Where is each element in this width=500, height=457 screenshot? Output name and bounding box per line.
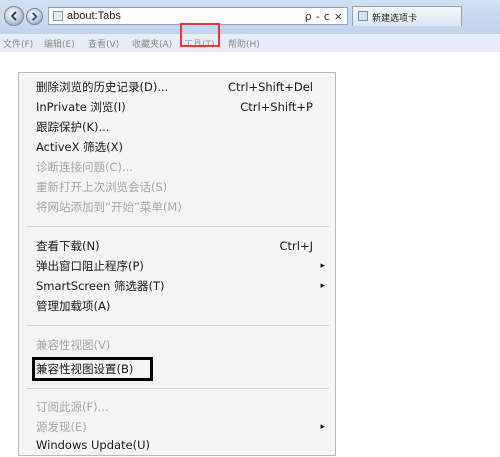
forward-arrow-icon bbox=[32, 12, 38, 21]
menu-item-view-downloads[interactable]: 查看下载(N) Ctrl+J bbox=[19, 236, 335, 256]
menu-bar: 文件(F) 编辑(E) 查看(V) 收藏夹(A) 工具(T) 帮助(H) bbox=[0, 33, 500, 52]
menubar-favorites[interactable]: 收藏夹(A) bbox=[132, 37, 172, 50]
menu-separator bbox=[27, 325, 329, 326]
menu-item-shortcut: Ctrl+J bbox=[279, 239, 314, 253]
menu-item-delete-history[interactable]: 删除浏览的历史记录(D)... Ctrl+Shift+Del bbox=[19, 77, 335, 97]
menubar-edit[interactable]: 编辑(E) bbox=[44, 37, 75, 50]
menu-item-label: SmartScreen 筛选器(T) bbox=[36, 279, 165, 293]
tab-new[interactable]: 新建选项卡 bbox=[352, 6, 462, 26]
menu-item-label: 源发现(E) bbox=[36, 420, 87, 434]
menu-item-label: 订阅此源(F)... bbox=[36, 400, 109, 414]
menu-item-label: 兼容性视图(V) bbox=[36, 338, 111, 352]
menubar-view[interactable]: 查看(V) bbox=[88, 37, 119, 50]
menubar-file[interactable]: 文件(F) bbox=[3, 37, 33, 50]
menu-item-shortcut: Ctrl+Shift+P bbox=[240, 100, 313, 114]
address-controls: ρ - c × bbox=[305, 10, 343, 23]
menu-item-smartscreen[interactable]: SmartScreen 筛选器(T) ▸ bbox=[19, 276, 335, 296]
refresh-icon[interactable]: c bbox=[324, 10, 330, 23]
menu-item-tracking-protection[interactable]: 跟踪保护(K)... bbox=[19, 117, 335, 137]
back-button[interactable] bbox=[4, 6, 24, 26]
menu-separator bbox=[27, 226, 329, 227]
menu-item-compatibility-view: 兼容性视图(V) bbox=[19, 335, 335, 355]
submenu-arrow-icon: ▸ bbox=[320, 261, 325, 271]
browser-toolbar: about:Tabs ρ - c × 新建选项卡 文件(F) 编辑(E) 查看(… bbox=[0, 0, 500, 52]
forward-button[interactable] bbox=[26, 8, 43, 25]
menu-item-windows-update[interactable]: Windows Update(U) bbox=[19, 435, 335, 455]
page-icon bbox=[53, 11, 63, 21]
menu-item-label: InPrivate 浏览(I) bbox=[36, 100, 126, 114]
menu-item-manage-addons[interactable]: 管理加载项(A) bbox=[19, 296, 335, 316]
tab-page-icon bbox=[358, 11, 368, 21]
menu-item-label: 重新打开上次浏览会话(S) bbox=[36, 180, 168, 194]
back-arrow-icon bbox=[10, 11, 17, 21]
menu-item-reopen-session: 重新打开上次浏览会话(S) bbox=[19, 177, 335, 197]
address-text: about:Tabs bbox=[67, 10, 121, 22]
menu-item-label: 弹出窗口阻止程序(P) bbox=[36, 259, 144, 273]
menu-item-inprivate[interactable]: InPrivate 浏览(I) Ctrl+Shift+P bbox=[19, 97, 335, 117]
menu-item-subscribe-feed: 订阅此源(F)... bbox=[19, 397, 335, 417]
compatibility-settings-highlight-box bbox=[32, 357, 153, 381]
tools-highlight-box bbox=[180, 23, 220, 47]
menubar-help[interactable]: 帮助(H) bbox=[228, 37, 260, 50]
menu-item-activex-filtering[interactable]: ActiveX 筛选(X) bbox=[19, 137, 335, 157]
menu-item-popup-blocker[interactable]: 弹出窗口阻止程序(P) ▸ bbox=[19, 256, 335, 276]
tools-menu: 删除浏览的历史记录(D)... Ctrl+Shift+Del InPrivate… bbox=[18, 72, 336, 456]
menu-item-label: 管理加载项(A) bbox=[36, 299, 111, 313]
submenu-arrow-icon: ▸ bbox=[320, 281, 325, 291]
menu-item-feed-discovery: 源发现(E) ▸ bbox=[19, 417, 335, 437]
menu-item-shortcut: Ctrl+Shift+Del bbox=[228, 80, 313, 94]
menu-item-label: 查看下载(N) bbox=[36, 239, 100, 253]
menu-separator bbox=[27, 388, 329, 389]
menu-item-diagnose-connection: 诊断连接问题(C)... bbox=[19, 157, 335, 177]
menu-item-label: 诊断连接问题(C)... bbox=[36, 160, 133, 174]
menu-item-label: Windows Update(U) bbox=[36, 438, 151, 452]
menu-item-label: 将网站添加到“开始”菜单(M) bbox=[36, 200, 182, 214]
stop-icon[interactable]: × bbox=[334, 10, 343, 23]
tab-label: 新建选项卡 bbox=[372, 14, 418, 24]
search-icon[interactable]: ρ bbox=[305, 10, 312, 23]
menu-item-add-to-start: 将网站添加到“开始”菜单(M) bbox=[19, 197, 335, 217]
screenshot: about:Tabs ρ - c × 新建选项卡 文件(F) 编辑(E) 查看(… bbox=[0, 0, 500, 457]
dropdown-icon[interactable]: - bbox=[316, 10, 320, 23]
menu-item-label: 删除浏览的历史记录(D)... bbox=[36, 80, 169, 94]
menu-item-label: ActiveX 筛选(X) bbox=[36, 140, 123, 154]
menu-item-label: 跟踪保护(K)... bbox=[36, 120, 110, 134]
submenu-arrow-icon: ▸ bbox=[320, 422, 325, 432]
